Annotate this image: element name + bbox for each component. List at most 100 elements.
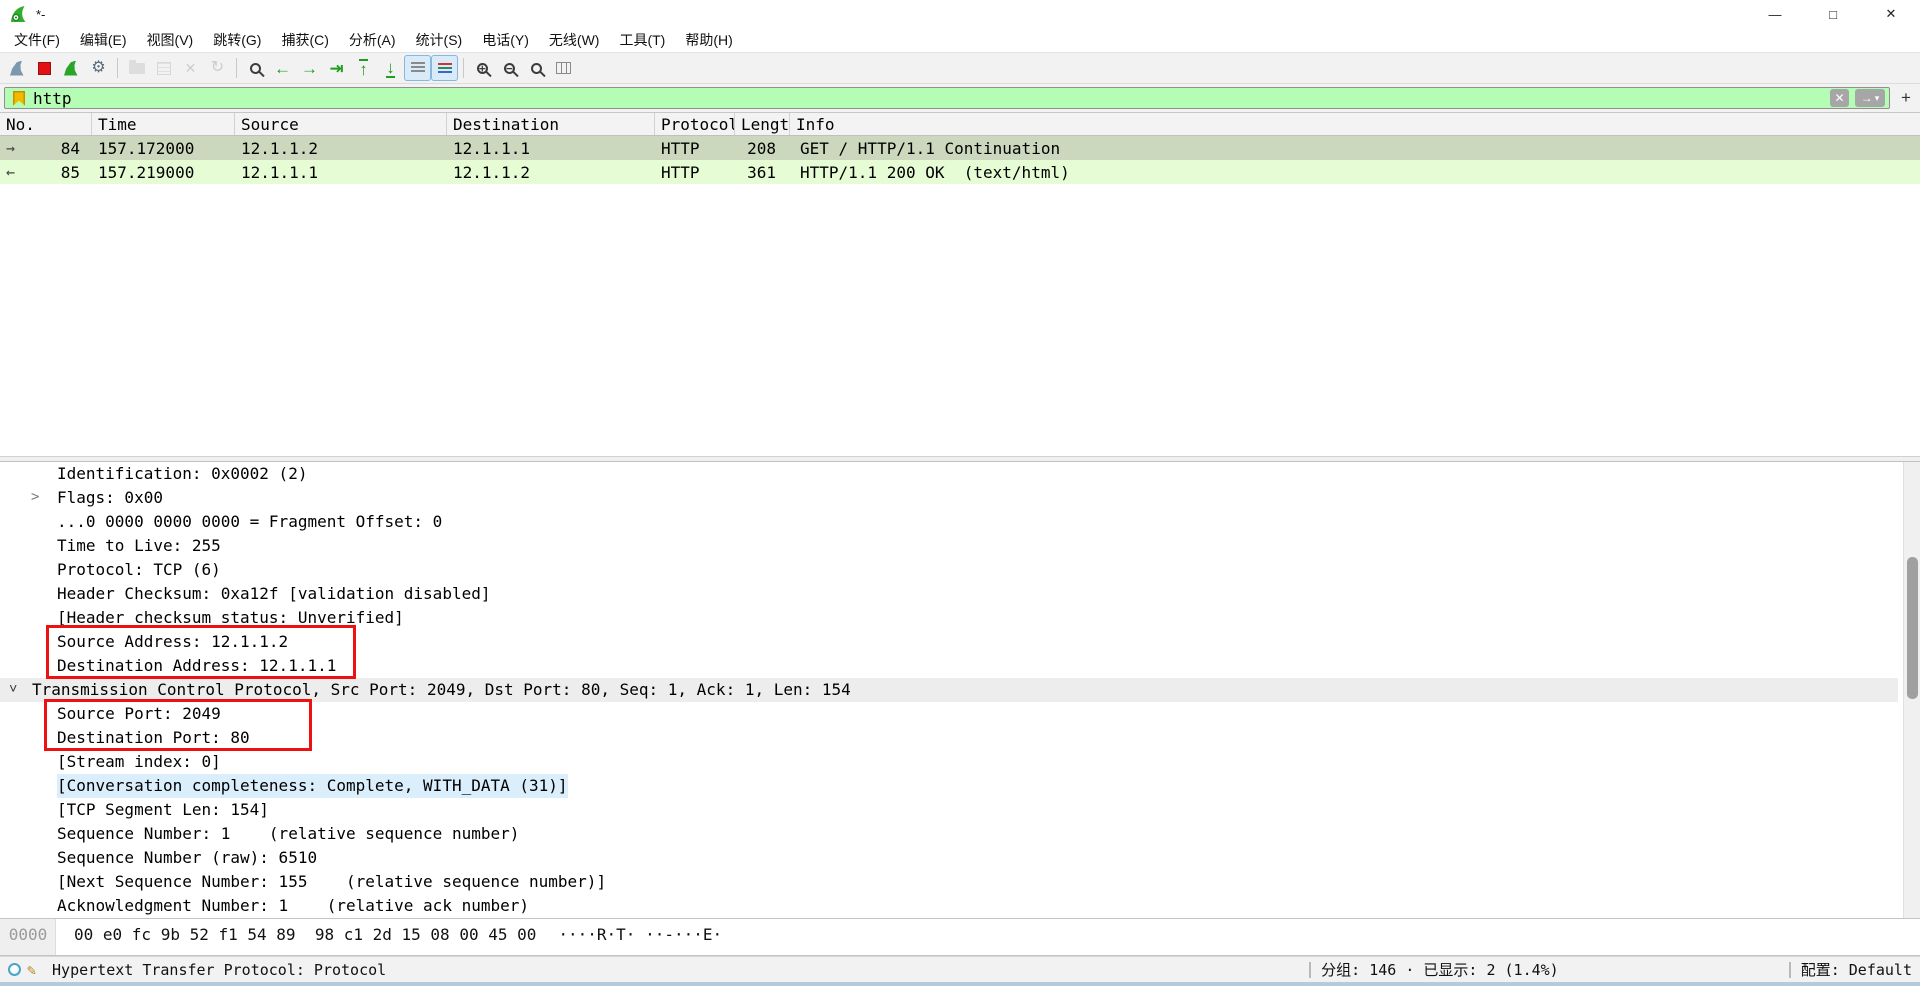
menu-item[interactable]: 电话(Y)	[472, 27, 539, 53]
zoom-reset-icon[interactable]	[523, 55, 550, 81]
menu-item[interactable]: 帮助(H)	[675, 27, 742, 53]
go-last-icon[interactable]: ↓	[377, 55, 404, 81]
detail-tree-row[interactable]: Source Address: 12.1.1.2	[0, 630, 1898, 654]
column-header-source[interactable]: Source	[235, 113, 447, 135]
restart-capture-icon[interactable]	[58, 55, 85, 81]
detail-tree-row[interactable]: Acknowledgment Number: 1 (relative ack n…	[0, 894, 1898, 918]
packet-cell[interactable]: 208	[735, 136, 790, 160]
details-scrollbar[interactable]	[1903, 462, 1920, 918]
packet-cell[interactable]: 12.1.1.2	[447, 160, 655, 184]
detail-field-text[interactable]: Destination Address: 12.1.1.1	[57, 654, 336, 678]
filter-clear-icon[interactable]: ✕	[1830, 89, 1849, 107]
auto-scroll-icon[interactable]	[404, 55, 431, 81]
detail-tree-row[interactable]: Source Port: 2049	[0, 702, 1898, 726]
hex-ascii[interactable]: ····R·T· ··-···E·	[558, 925, 722, 949]
packet-cell[interactable]: 157.219000	[92, 160, 235, 184]
detail-field-text[interactable]: Header Checksum: 0xa12f [validation disa…	[57, 582, 490, 606]
expand-arrow-icon[interactable]: >	[31, 486, 39, 510]
find-packet-icon[interactable]	[242, 55, 269, 81]
detail-field-text[interactable]: Sequence Number (raw): 6510	[57, 846, 317, 870]
detail-tree-row[interactable]: [Next Sequence Number: 155 (relative seq…	[0, 870, 1898, 894]
packet-cell[interactable]: 12.1.1.2	[235, 136, 447, 160]
detail-tree-row[interactable]: Identification: 0x0002 (2)	[0, 462, 1898, 486]
detail-field-text[interactable]: Identification: 0x0002 (2)	[57, 462, 307, 486]
column-header-info[interactable]: Info	[790, 113, 1920, 135]
detail-tree-row[interactable]: Sequence Number (raw): 6510	[0, 846, 1898, 870]
detail-field-text[interactable]: Source Port: 2049	[57, 702, 221, 726]
go-forward-icon[interactable]: →	[296, 55, 323, 81]
packet-cell[interactable]: 12.1.1.1	[447, 136, 655, 160]
packet-cell[interactable]: HTTP/1.1 200 OK (text/html)	[790, 160, 1920, 184]
open-file-icon[interactable]	[123, 55, 150, 81]
filter-add-button[interactable]: +	[1896, 87, 1916, 109]
resize-columns-icon[interactable]	[550, 55, 577, 81]
hex-row[interactable]: 0000 00 e0 fc 9b 52 f1 54 89 98 c1 2d 15…	[0, 925, 1920, 949]
packet-cell[interactable]: HTTP	[655, 160, 735, 184]
column-header-length[interactable]: Length	[735, 113, 790, 135]
detail-field-text[interactable]: Source Address: 12.1.1.2	[57, 630, 288, 654]
detail-field-text[interactable]: [Header checksum status: Unverified]	[57, 606, 404, 630]
packet-cell[interactable]: HTTP	[655, 136, 735, 160]
detail-field-text[interactable]: [Stream index: 0]	[57, 750, 221, 774]
packet-cell[interactable]: 85 ←	[0, 160, 92, 184]
go-back-icon[interactable]: ←	[269, 55, 296, 81]
capture-options-icon[interactable]: ⚙	[85, 55, 112, 81]
menu-item[interactable]: 跳转(G)	[203, 27, 271, 53]
packet-row[interactable]: 85 ← 157.219000 12.1.1.1 12.1.1.2 HTTP 361 HTTP…	[0, 160, 1920, 184]
collapse-arrow-icon[interactable]: ˅	[9, 678, 17, 702]
maximize-button[interactable]: □	[1804, 0, 1862, 28]
go-to-packet-icon[interactable]: ⇥	[323, 55, 350, 81]
menu-item[interactable]: 工具(T)	[609, 27, 675, 53]
colorize-icon[interactable]	[431, 55, 458, 81]
filter-text[interactable]: http	[33, 89, 72, 108]
detail-tree-row[interactable]: Sequence Number: 1 (relative sequence nu…	[0, 822, 1898, 846]
detail-tree-row[interactable]: ...0 0000 0000 0000 = Fragment Offset: 0	[0, 510, 1898, 534]
detail-tree-row[interactable]: ˅ Transmission Control Protocol, Src Port…	[0, 678, 1898, 702]
status-profile[interactable]: 配置: Default	[1801, 959, 1912, 980]
packet-row[interactable]: 84 → 157.172000 12.1.1.2 12.1.1.1 HTTP 208 GET …	[0, 136, 1920, 160]
column-header-destination[interactable]: Destination	[447, 113, 655, 135]
detail-tree-row[interactable]: [TCP Segment Len: 154]	[0, 798, 1898, 822]
column-header-no[interactable]: No.	[0, 113, 92, 135]
detail-tree-row[interactable]: Protocol: TCP (6)	[0, 558, 1898, 582]
expert-info-icon[interactable]	[8, 963, 21, 976]
menu-item[interactable]: 分析(A)	[339, 27, 406, 53]
zoom-out-icon[interactable]	[496, 55, 523, 81]
detail-field-text[interactable]: Destination Port: 80	[57, 726, 250, 750]
display-filter-input[interactable]: http ✕ → ▾	[4, 87, 1890, 109]
detail-field-text[interactable]: Sequence Number: 1 (relative sequence nu…	[57, 822, 519, 846]
start-capture-icon[interactable]	[4, 55, 31, 81]
detail-field-text[interactable]: Protocol: TCP (6)	[57, 558, 221, 582]
reload-icon[interactable]: ↻	[204, 55, 231, 81]
column-header-protocol[interactable]: Protocol	[655, 113, 735, 135]
detail-field-text[interactable]: [TCP Segment Len: 154]	[57, 798, 269, 822]
close-file-icon[interactable]: ✕	[177, 55, 204, 81]
menu-item[interactable]: 视图(V)	[137, 27, 204, 53]
stop-capture-icon[interactable]	[31, 55, 58, 81]
menu-item[interactable]: 捕获(C)	[271, 27, 338, 53]
detail-field-text[interactable]: Transmission Control Protocol, Src Port:…	[32, 678, 851, 702]
detail-tree-row[interactable]: > Flags: 0x00	[0, 486, 1898, 510]
capture-comment-icon[interactable]: ✎	[27, 961, 36, 979]
filter-dropdown-caret-icon[interactable]: ▾	[1875, 93, 1880, 104]
menu-item[interactable]: 文件(F)	[4, 27, 70, 53]
detail-tree-row[interactable]: Destination Port: 80	[0, 726, 1898, 750]
minimize-button[interactable]: —	[1746, 0, 1804, 28]
detail-tree-row[interactable]: [Conversation completeness: Complete, WI…	[0, 774, 1898, 798]
hex-bytes[interactable]: 00 e0 fc 9b 52 f1 54 89 98 c1 2d 15 08 0…	[74, 925, 536, 949]
detail-tree-row[interactable]: [Header checksum status: Unverified]	[0, 606, 1898, 630]
packet-cell[interactable]: 84 →	[0, 136, 92, 160]
detail-tree-row[interactable]: Time to Live: 255	[0, 534, 1898, 558]
detail-tree-row[interactable]: Header Checksum: 0xa12f [validation disa…	[0, 582, 1898, 606]
detail-tree-row[interactable]: Destination Address: 12.1.1.1	[0, 654, 1898, 678]
go-first-icon[interactable]: ↑	[350, 55, 377, 81]
detail-field-text[interactable]: [Next Sequence Number: 155 (relative seq…	[57, 870, 606, 894]
packet-cell[interactable]: 157.172000	[92, 136, 235, 160]
menu-item[interactable]: 统计(S)	[406, 27, 473, 53]
packet-cell[interactable]: 12.1.1.1	[235, 160, 447, 184]
column-header-time[interactable]: Time	[92, 113, 235, 135]
menu-item[interactable]: 编辑(E)	[70, 27, 137, 53]
detail-field-text[interactable]: Acknowledgment Number: 1 (relative ack n…	[57, 894, 529, 918]
filter-bookmark-icon[interactable]	[13, 90, 25, 106]
menu-item[interactable]: 无线(W)	[539, 27, 610, 53]
